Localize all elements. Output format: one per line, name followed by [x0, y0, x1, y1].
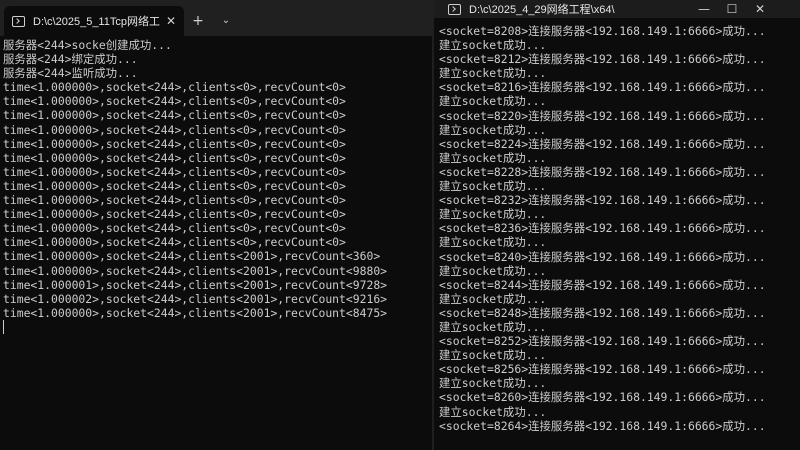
console-line: time<1.000000>,socket<244>,clients<0>,re…	[3, 221, 346, 236]
console-line: <socket=8232>连接服务器<192.168.149.1:6666>成功…	[439, 193, 766, 208]
console-line: 建立socket成功...	[439, 150, 547, 165]
console-line: 建立socket成功...	[439, 66, 547, 81]
console-line: <socket=8220>连接服务器<192.168.149.1:6666>成功…	[439, 108, 766, 123]
close-window-icon[interactable]: ✕	[746, 0, 774, 18]
close-tab-icon[interactable]: ✕	[166, 14, 176, 28]
console-line: 建立socket成功...	[439, 94, 547, 109]
server-titlebar: D:\c\2025_5_11Tcp网络工程初版 ✕ + ⌄	[0, 0, 432, 36]
console-line: 建立socket成功...	[439, 404, 547, 419]
console-line: 服务器<244>绑定成功...	[3, 52, 138, 67]
console-line: <socket=8228>连接服务器<192.168.149.1:6666>成功…	[439, 164, 766, 179]
console-line: <socket=8260>连接服务器<192.168.149.1:6666>成功…	[439, 390, 766, 405]
console-line: 建立socket成功...	[439, 235, 547, 250]
console-line: time<1.000000>,socket<244>,clients<0>,re…	[3, 235, 346, 250]
console-line: 建立socket成功...	[439, 179, 547, 194]
console-line: time<1.000000>,socket<244>,clients<0>,re…	[3, 193, 346, 208]
client-titlebar: D:\c\2025_4_29网络工程\x64\ — ☐ ✕	[434, 0, 800, 18]
console-line: 建立socket成功...	[439, 122, 547, 137]
console-line: 建立socket成功...	[439, 291, 547, 306]
console-line: 建立socket成功...	[439, 348, 547, 363]
prompt-line	[3, 319, 432, 334]
console-line: time<1.000000>,socket<244>,clients<2001>…	[3, 305, 388, 320]
console-line: 建立socket成功...	[439, 376, 547, 391]
client-tab[interactable]: D:\c\2025_4_29网络工程\x64\	[440, 0, 690, 18]
maximize-icon[interactable]: ☐	[718, 0, 746, 18]
chevron-down-icon[interactable]: ⌄	[212, 6, 240, 36]
console-line: time<1.000000>,socket<244>,clients<0>,re…	[3, 108, 346, 123]
console-line: <socket=8252>连接服务器<192.168.149.1:6666>成功…	[439, 334, 766, 349]
console-line: <socket=8208>连接服务器<192.168.149.1:6666>成功…	[439, 24, 766, 38]
console-line: 服务器<244>监听成功...	[3, 66, 138, 81]
console-line: <socket=8236>连接服务器<192.168.149.1:6666>成功…	[439, 221, 766, 236]
new-tab-button[interactable]: +	[184, 6, 212, 36]
console-line: <socket=8264>连接服务器<192.168.149.1:6666>成功…	[439, 418, 766, 433]
client-tab-title: D:\c\2025_4_29网络工程\x64\	[469, 4, 615, 16]
console-line: time<1.000000>,socket<244>,clients<0>,re…	[3, 136, 346, 151]
console-line: <socket=8248>连接服务器<192.168.149.1:6666>成功…	[439, 305, 766, 320]
server-tab-title: D:\c\2025_5_11Tcp网络工程初版	[33, 16, 160, 28]
server-console-output[interactable]: 服务器<244>socke创建成功... 服务器<244>绑定成功... 服务器<2…	[0, 36, 432, 334]
text-cursor	[3, 319, 4, 334]
console-line: time<1.000000>,socket<244>,clients<0>,re…	[3, 94, 346, 109]
client-terminal-window: D:\c\2025_4_29网络工程\x64\ — ☐ ✕ <socket=82…	[434, 0, 800, 450]
console-line: <socket=8256>连接服务器<192.168.149.1:6666>成功…	[439, 362, 766, 377]
console-line: <socket=8224>连接服务器<192.168.149.1:6666>成功…	[439, 136, 766, 151]
console-line: time<1.000000>,socket<244>,clients<0>,re…	[3, 122, 346, 137]
console-line: time<1.000001>,socket<244>,clients<2001>…	[3, 277, 388, 292]
server-tab[interactable]: D:\c\2025_5_11Tcp网络工程初版 ✕	[4, 6, 184, 36]
console-line: time<1.000000>,socket<244>,clients<0>,re…	[3, 178, 346, 193]
console-line: time<1.000002>,socket<244>,clients<2001>…	[3, 291, 388, 306]
console-line: <socket=8216>连接服务器<192.168.149.1:6666>成功…	[439, 80, 766, 95]
console-line: <socket=8212>连接服务器<192.168.149.1:6666>成功…	[439, 52, 766, 67]
console-line: 建立socket成功...	[439, 263, 547, 278]
console-line: 服务器<244>socke创建成功...	[3, 38, 172, 52]
console-line: time<1.000000>,socket<244>,clients<0>,re…	[3, 80, 346, 95]
console-line: time<1.000000>,socket<244>,clients<2001>…	[3, 263, 388, 278]
console-line: time<1.000000>,socket<244>,clients<0>,re…	[3, 207, 346, 222]
console-line: 建立socket成功...	[439, 38, 547, 53]
terminal-icon	[448, 3, 461, 15]
console-line: time<1.000000>,socket<244>,clients<2001>…	[3, 249, 381, 264]
server-terminal-window: D:\c\2025_5_11Tcp网络工程初版 ✕ + ⌄ 服务器<244>so…	[0, 0, 432, 450]
console-line: 建立socket成功...	[439, 207, 547, 222]
client-console-output[interactable]: <socket=8208>连接服务器<192.168.149.1:6666>成功…	[434, 18, 800, 433]
console-line: time<1.000000>,socket<244>,clients<0>,re…	[3, 150, 346, 165]
minimize-icon[interactable]: —	[690, 0, 718, 18]
console-line: <socket=8240>连接服务器<192.168.149.1:6666>成功…	[439, 249, 766, 264]
console-line: time<1.000000>,socket<244>,clients<0>,re…	[3, 164, 346, 179]
terminal-icon	[12, 15, 25, 27]
console-line: <socket=8244>连接服务器<192.168.149.1:6666>成功…	[439, 277, 766, 292]
console-line: 建立socket成功...	[439, 319, 547, 334]
